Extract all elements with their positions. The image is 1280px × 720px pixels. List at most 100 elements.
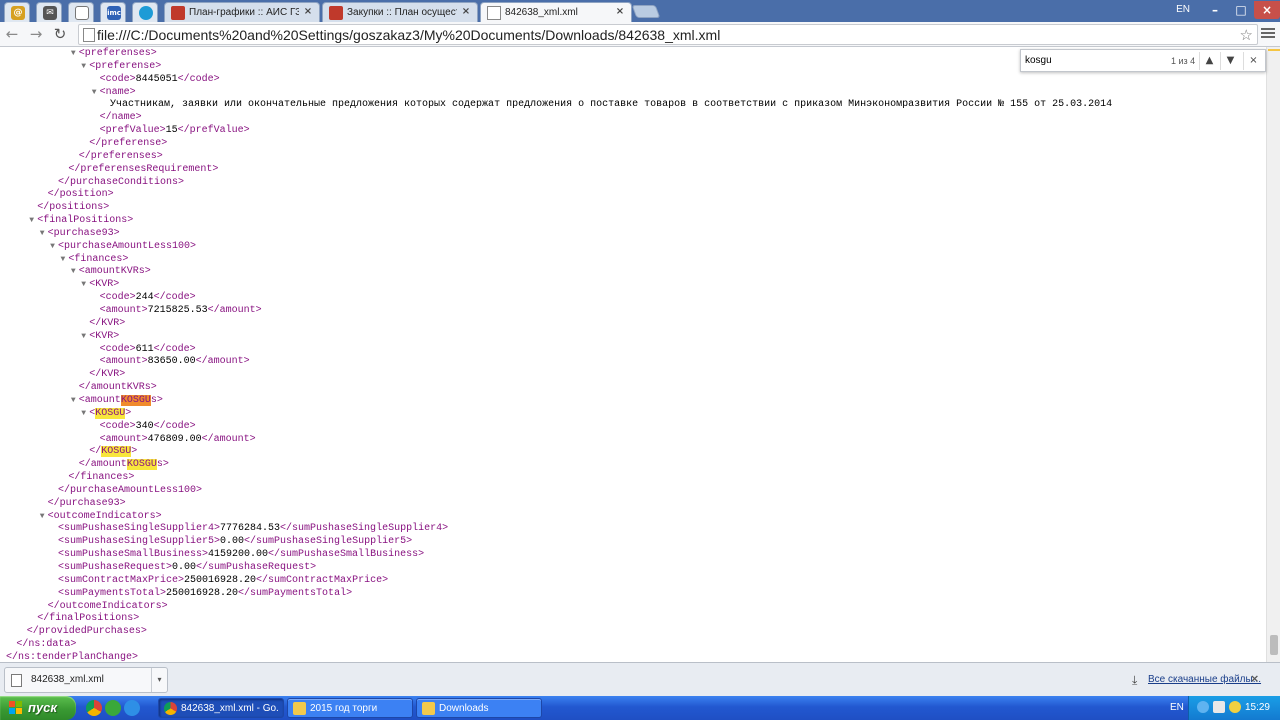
clock: 15:29	[1244, 702, 1270, 713]
opera-icon: @	[11, 6, 25, 20]
network-icon[interactable]	[1197, 701, 1209, 713]
find-previous-button[interactable]: ▲	[1199, 52, 1219, 70]
xml-tag: <code>	[99, 420, 136, 432]
xml-tag: <preferenses>	[78, 48, 157, 59]
xml-tag: <amount>	[99, 356, 148, 368]
window-close-button[interactable]: ×	[1254, 1, 1280, 19]
xml-line: </position>	[48, 188, 114, 201]
bookmark-star-icon[interactable]: ☆	[1240, 26, 1253, 44]
find-next-button[interactable]: ▼	[1220, 52, 1240, 70]
collapse-toggle-icon[interactable]: ▼	[37, 227, 48, 240]
download-menu-button[interactable]: ▾	[151, 668, 167, 692]
xml-line: </purchase93>	[48, 497, 126, 510]
collapse-toggle-icon[interactable]: ▼	[68, 47, 79, 60]
xml-tag: </outcomeIndicators>	[47, 600, 168, 612]
minimize-button[interactable]: –	[1202, 1, 1228, 19]
collapse-toggle-icon[interactable]: ▼	[68, 265, 79, 278]
tab-plan-grafiki[interactable]: План-графики :: АИС ГЗ ×	[164, 2, 320, 22]
xml-line: </amountKOSGUs>	[79, 458, 169, 471]
pinned-tab-opera[interactable]: @	[4, 2, 30, 22]
close-icon[interactable]: ×	[460, 6, 472, 18]
security-icon[interactable]	[1229, 701, 1241, 713]
xml-tag: <sumPushaseSingleSupplier4>	[58, 523, 221, 535]
language-indicator[interactable]: EN	[1170, 701, 1184, 715]
xml-line: <sumPushaseSmallBusiness>4159200.00</sum…	[58, 548, 424, 561]
xml-line: <code>611</code>	[100, 343, 196, 356]
download-shelf-close-button[interactable]: ×	[1250, 672, 1259, 686]
reload-button[interactable]: ↻	[50, 25, 70, 44]
xml-tag: <KVR>	[89, 279, 120, 291]
xml-line: ▼ <outcomeIndicators>	[37, 510, 162, 523]
xml-document-view[interactable]: ▼ <preferenses> ▼ <preferense> <code>8445051…	[0, 47, 1266, 662]
xml-tag: </code>	[153, 420, 196, 432]
xml-line: ▼ <KOSGU>	[78, 407, 131, 420]
xml-line: <code>244</code>	[100, 291, 196, 304]
find-close-button[interactable]: ×	[1243, 52, 1263, 70]
taskbar-item-chrome[interactable]: 842638_xml.xml - Go...	[158, 698, 284, 718]
maximize-button[interactable]: □	[1228, 1, 1254, 19]
xml-tag: </sumPaymentsTotal>	[238, 587, 353, 599]
xml-tag: <purchase93>	[47, 227, 120, 239]
collapse-toggle-icon[interactable]: ▼	[78, 330, 89, 343]
collapse-toggle-icon[interactable]: ▼	[78, 60, 89, 73]
download-item[interactable]: 842638_xml.xml ▾	[4, 667, 168, 693]
window-controls: EN – □ ×	[1176, 0, 1280, 20]
download-shelf: 842638_xml.xml ▾ ⤓ Все скачанные файлы..…	[0, 662, 1280, 696]
collapse-toggle-icon[interactable]: ▼	[37, 510, 48, 523]
pinned-tab-browser[interactable]	[132, 2, 158, 22]
address-bar[interactable]: file:///C:/Documents%20and%20Settings/go…	[78, 24, 1258, 45]
xml-tag: </KVR>	[89, 317, 126, 329]
taskbar-item-folder-downloads[interactable]: Downloads	[416, 698, 542, 718]
collapse-toggle-icon[interactable]: ▼	[68, 394, 79, 407]
xml-tag: <prefValue>	[99, 125, 166, 137]
collapse-toggle-icon[interactable]: ▼	[78, 278, 89, 291]
collapse-toggle-icon[interactable]: ▼	[78, 407, 89, 420]
xml-line: </finances>	[68, 471, 134, 484]
volume-icon[interactable]	[1213, 701, 1225, 713]
menu-button[interactable]	[1260, 26, 1276, 42]
start-button[interactable]: пуск	[0, 696, 76, 720]
address-url[interactable]: file:///C:/Documents%20and%20Settings/go…	[97, 26, 720, 44]
close-icon[interactable]: ×	[302, 6, 314, 18]
collapse-toggle-icon[interactable]: ▼	[57, 253, 68, 266]
pinned-tab-mail[interactable]: ✉	[36, 2, 62, 22]
download-icon: ⤓	[1132, 673, 1138, 687]
xml-line: <prefValue>15</prefValue>	[100, 124, 250, 137]
xml-tag: </position>	[47, 189, 114, 201]
ie-icon[interactable]	[124, 700, 140, 716]
xml-line: ▼ <purchase93>	[37, 227, 120, 240]
close-icon[interactable]: ×	[614, 6, 626, 18]
xml-value: 7215825.53	[147, 305, 208, 316]
file-icon	[11, 674, 22, 687]
find-bar: 1 из 4 ▲ ▼ ×	[1020, 49, 1266, 72]
windows-flag-icon	[9, 701, 23, 715]
gear-icon[interactable]	[105, 700, 121, 716]
all-downloads-label[interactable]: Все скачанные файлы...	[1148, 673, 1261, 687]
collapse-toggle-icon[interactable]: ▼	[47, 240, 58, 253]
browser-toolbar: ← → ↻ file:///C:/Documents%20and%20Setti…	[0, 22, 1280, 47]
find-input[interactable]	[1025, 53, 1165, 69]
xml-value: 611	[135, 343, 154, 355]
taskbar-item-folder-torgi[interactable]: 2015 год торги	[287, 698, 413, 718]
collapse-toggle-icon[interactable]: ▼	[26, 214, 37, 227]
xml-line: <code>340</code>	[100, 420, 196, 433]
xml-tag: <code>	[99, 343, 136, 355]
tab-zakupki[interactable]: Закупки :: План осуществл ×	[322, 2, 478, 22]
collapse-toggle-icon[interactable]: ▼	[89, 86, 100, 99]
mail-icon: ✉	[43, 6, 57, 20]
scroll-thumb[interactable]	[1270, 635, 1278, 655]
pinned-tab-imc[interactable]: imc	[100, 2, 126, 22]
pinned-tab-document[interactable]	[68, 2, 94, 22]
tab-label: План-графики :: АИС ГЗ	[189, 7, 299, 18]
page-icon	[171, 6, 185, 20]
forward-button[interactable]: →	[26, 25, 46, 44]
xml-line: </preferense>	[89, 137, 167, 150]
vertical-scrollbar[interactable]	[1266, 47, 1280, 662]
chrome-icon[interactable]	[86, 700, 102, 716]
document-icon	[75, 6, 89, 20]
tab-xml-active[interactable]: 842638_xml.xml ×	[480, 2, 632, 22]
new-tab-button[interactable]	[631, 5, 661, 18]
xml-line: </KVR>	[89, 368, 125, 381]
back-button[interactable]: ←	[2, 25, 22, 44]
xml-tag: </amount>	[195, 356, 250, 368]
